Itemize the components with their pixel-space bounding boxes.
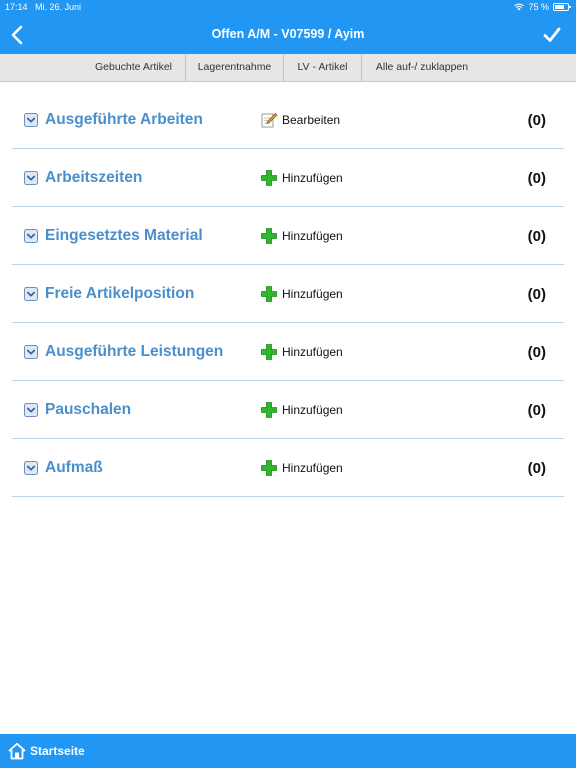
chevron-down-icon	[24, 171, 38, 185]
section-title[interactable]: Aufmaß	[45, 459, 103, 477]
add-button[interactable]: Hinzufügen	[260, 401, 343, 419]
back-button[interactable]	[8, 24, 28, 46]
section-title[interactable]: Eingesetztes Material	[45, 227, 203, 245]
expand-toggle[interactable]	[24, 229, 38, 243]
toolbar: Gebuchte Artikel Lagerentnahme LV - Arti…	[0, 54, 576, 82]
item-count: (0)	[527, 112, 546, 129]
plus-icon	[261, 170, 277, 186]
battery-percent: 75 %	[528, 2, 549, 12]
tab-lv-artikel[interactable]: LV - Artikel	[284, 54, 361, 81]
expand-toggle[interactable]	[24, 461, 38, 475]
battery-icon	[553, 3, 571, 11]
edit-button[interactable]: Bearbeiten	[260, 111, 340, 129]
action-label: Hinzufügen	[282, 403, 343, 417]
chevron-down-icon	[24, 229, 38, 243]
action-label: Hinzufügen	[282, 345, 343, 359]
add-button[interactable]: Hinzufügen	[260, 285, 343, 303]
expand-toggle[interactable]	[24, 287, 38, 301]
expand-toggle[interactable]	[24, 345, 38, 359]
plus-icon	[261, 286, 277, 302]
checkmark-icon	[543, 27, 561, 42]
done-button[interactable]	[542, 25, 562, 45]
status-date: Mi. 26. Juni	[35, 2, 82, 12]
home-button[interactable]: Startseite	[8, 742, 85, 760]
plus-icon	[261, 228, 277, 244]
section-title[interactable]: Ausgeführte Leistungen	[45, 343, 223, 361]
expand-toggle[interactable]	[24, 113, 38, 127]
section-row: Ausgeführte Arbeiten Bearbeiten (0)	[12, 91, 564, 149]
item-count: (0)	[527, 170, 546, 187]
chevron-down-icon	[24, 461, 38, 475]
add-button[interactable]: Hinzufügen	[260, 343, 343, 361]
toggle-all-button[interactable]: Alle auf-/ zuklappen	[362, 54, 482, 81]
home-label: Startseite	[30, 744, 85, 758]
action-label: Hinzufügen	[282, 229, 343, 243]
plus-icon	[261, 402, 277, 418]
section-row: Arbeitszeiten Hinzufügen (0)	[12, 149, 564, 207]
action-label: Bearbeiten	[282, 113, 341, 127]
section-row: Eingesetztes Material Hinzufügen (0)	[12, 207, 564, 265]
home-icon	[8, 742, 26, 760]
wifi-icon	[514, 3, 525, 11]
status-indicators: 75 %	[514, 2, 571, 12]
battery-level	[555, 5, 564, 9]
action-label: Hinzufügen	[282, 287, 343, 301]
expand-toggle[interactable]	[24, 171, 38, 185]
section-title[interactable]: Pauschalen	[45, 401, 131, 419]
plus-icon	[261, 460, 277, 476]
tab-gebuchte-artikel[interactable]: Gebuchte Artikel	[82, 54, 185, 81]
action-label: Hinzufügen	[282, 171, 343, 185]
chevron-down-icon	[24, 403, 38, 417]
add-button[interactable]: Hinzufügen	[260, 169, 343, 187]
section-title[interactable]: Arbeitszeiten	[45, 169, 142, 187]
add-button[interactable]: Hinzufügen	[260, 227, 343, 245]
section-title[interactable]: Freie Artikelposition	[45, 285, 194, 303]
tab-lagerentnahme[interactable]: Lagerentnahme	[186, 54, 283, 81]
section-row: Freie Artikelposition Hinzufügen (0)	[12, 265, 564, 323]
chevron-down-icon	[24, 345, 38, 359]
section-title[interactable]: Ausgeführte Arbeiten	[45, 111, 203, 129]
status-time: 17:14	[5, 2, 28, 12]
item-count: (0)	[527, 286, 546, 303]
chevron-down-icon	[24, 113, 38, 127]
chevron-down-icon	[24, 287, 38, 301]
page-title: Offen A/M - V07599 / Ayim	[211, 27, 365, 41]
add-button[interactable]: Hinzufügen	[260, 459, 343, 477]
item-count: (0)	[527, 402, 546, 419]
plus-icon	[261, 344, 277, 360]
bottom-bar: Startseite	[0, 734, 576, 768]
item-count: (0)	[527, 460, 546, 477]
app-header: 17:14 Mi. 26. Juni 75 % Offen A/M - V075…	[0, 0, 576, 54]
action-label: Hinzufügen	[282, 461, 343, 475]
chevron-left-icon	[11, 25, 23, 45]
item-count: (0)	[527, 228, 546, 245]
section-row: Pauschalen Hinzufügen (0)	[12, 381, 564, 439]
edit-icon	[261, 112, 278, 128]
expand-toggle[interactable]	[24, 403, 38, 417]
section-row: Aufmaß Hinzufügen (0)	[12, 439, 564, 497]
item-count: (0)	[527, 344, 546, 361]
section-row: Ausgeführte Leistungen Hinzufügen (0)	[12, 323, 564, 381]
status-bar: 17:14 Mi. 26. Juni 75 %	[0, 0, 576, 14]
